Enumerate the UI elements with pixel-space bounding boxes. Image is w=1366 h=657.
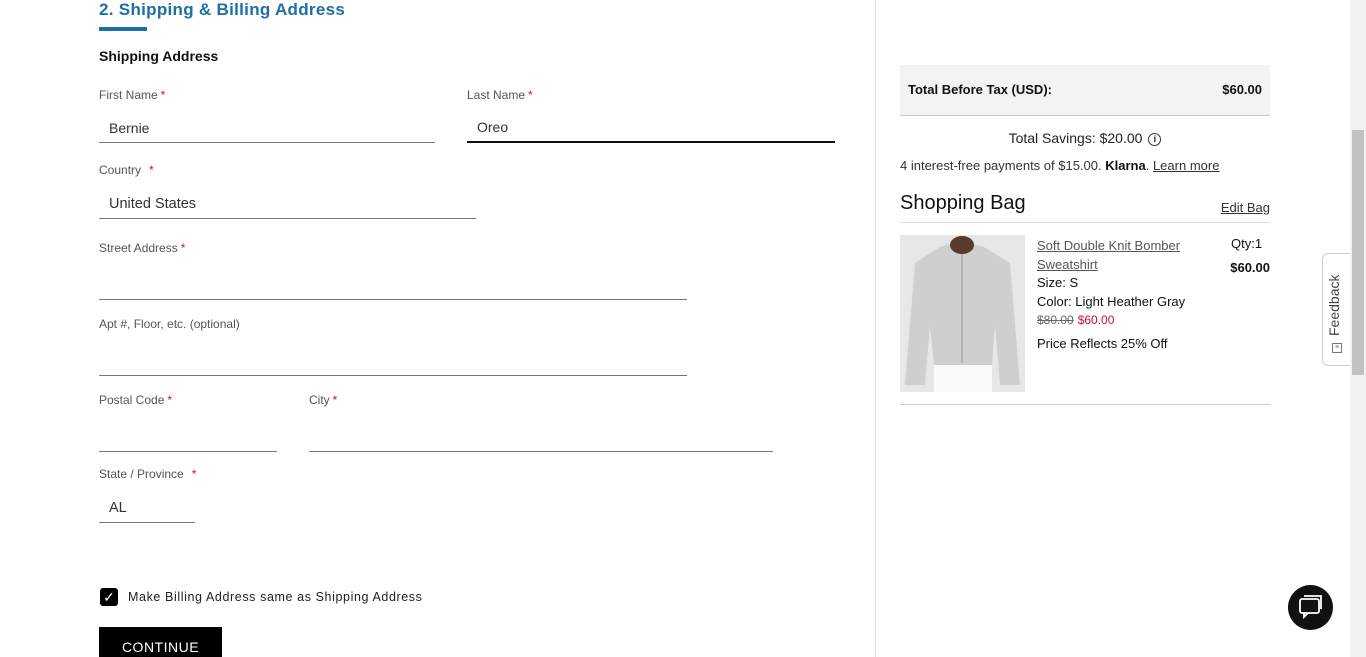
divider: [900, 404, 1270, 405]
total-value: $60.00: [1222, 82, 1262, 97]
klarna-logo: Klarna: [1105, 158, 1146, 173]
product-quantity: Qty:1: [1231, 236, 1263, 251]
state-select[interactable]: [99, 493, 195, 523]
product-size: Size: S: [1037, 275, 1079, 290]
feedback-icon: ≡: [1332, 343, 1342, 353]
divider: [900, 222, 1270, 223]
product-promo: Price Reflects 25% Off: [1037, 336, 1168, 351]
street-address-input[interactable]: [99, 270, 687, 300]
total-before-tax-box: Total Before Tax (USD): $60.00: [900, 65, 1270, 116]
edit-bag-link[interactable]: Edit Bag: [1221, 200, 1270, 215]
billing-same-checkbox[interactable]: ✓: [100, 588, 118, 606]
country-label: Country *: [99, 163, 154, 177]
feedback-label: Feedback: [1326, 274, 1342, 336]
column-divider: [875, 0, 876, 657]
last-name-label: Last Name *: [467, 88, 533, 102]
chat-button[interactable]: [1288, 585, 1333, 630]
sale-price: $60.00: [1077, 313, 1115, 327]
apt-label: Apt #, Floor, etc. (optional): [99, 317, 240, 331]
klarna-learn-more-link[interactable]: Learn more: [1153, 158, 1219, 173]
product-price: $80.00 $60.00: [1037, 313, 1114, 327]
section-title: 2. Shipping & Billing Address: [99, 0, 346, 19]
klarna-message: 4 interest-free payments of $15.00. Klar…: [900, 158, 1220, 173]
first-name-input[interactable]: [99, 113, 435, 143]
street-address-label: Street Address *: [99, 241, 186, 255]
total-savings: Total Savings: $20.00 i: [900, 130, 1270, 146]
first-name-label: First Name *: [99, 88, 166, 102]
postal-code-input[interactable]: [99, 422, 277, 452]
billing-same-label[interactable]: Make Billing Address same as Shipping Ad…: [128, 590, 423, 604]
total-label: Total Before Tax (USD):: [908, 82, 1052, 97]
product-image[interactable]: [900, 235, 1025, 392]
scrollbar-thumb[interactable]: [1352, 130, 1364, 375]
city-label: City *: [309, 393, 338, 407]
city-input[interactable]: [309, 422, 773, 452]
postal-code-label: Postal Code *: [99, 393, 173, 407]
last-name-input[interactable]: [467, 113, 835, 143]
country-select[interactable]: [99, 189, 476, 219]
section-title-underline: [99, 27, 147, 31]
line-item-price: $60.00: [1230, 260, 1270, 275]
apt-input[interactable]: [99, 346, 687, 376]
checkmark-icon: ✓: [103, 589, 115, 605]
shipping-address-heading: Shipping Address: [99, 48, 219, 64]
product-name-link[interactable]: Soft Double Knit Bomber Sweatshirt: [1037, 236, 1187, 274]
info-icon[interactable]: i: [1148, 132, 1162, 146]
product-color: Color: Light Heather Gray: [1037, 294, 1186, 309]
continue-button[interactable]: CONTINUE: [99, 627, 222, 657]
feedback-tab[interactable]: Feedback ≡: [1322, 253, 1352, 366]
original-price: $80.00: [1037, 313, 1074, 327]
chat-icon: [1299, 595, 1322, 620]
state-label: State / Province *: [99, 467, 197, 481]
shopping-bag-title: Shopping Bag: [900, 192, 1026, 214]
